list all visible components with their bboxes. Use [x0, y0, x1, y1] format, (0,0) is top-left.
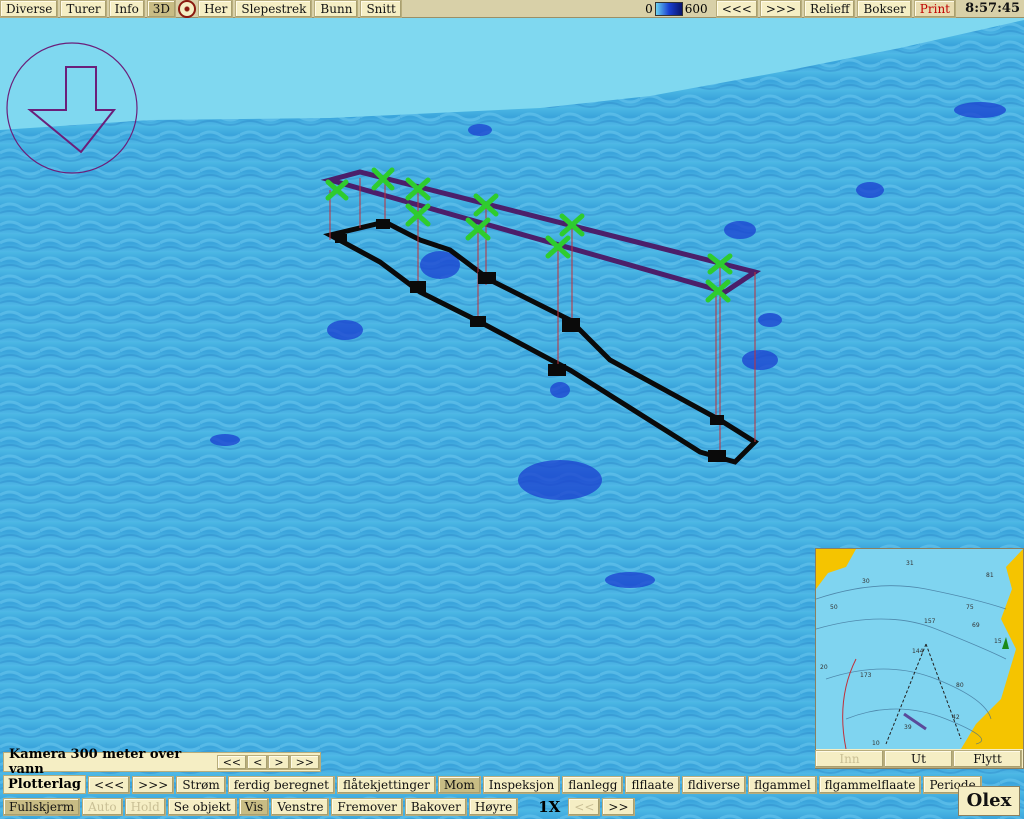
depth-gradient-icon [654, 1, 683, 16]
print-button[interactable]: Print [913, 0, 956, 18]
layer-fldiverse[interactable]: fldiverse [681, 775, 747, 794]
depth-label: 10 [872, 740, 880, 747]
plotterlag-prev-button[interactable]: <<< [87, 775, 131, 794]
clock: 8:57:45 [965, 1, 1020, 16]
layer-inspeksjon[interactable]: Inspeksjon [482, 775, 561, 794]
camera-next-button[interactable]: > [268, 754, 290, 770]
depth-label: 42 [952, 714, 960, 721]
relieff-button[interactable]: Relieff [804, 0, 856, 18]
layer-ferdig-beregnet[interactable]: ferdig beregnet [227, 775, 335, 794]
olex-logo: Olex [958, 786, 1020, 816]
depth-label: 75 [966, 604, 974, 611]
plotterlag-next-button[interactable]: >>> [132, 775, 175, 794]
depth-label: 69 [972, 622, 980, 629]
camera-first-button[interactable]: << [216, 754, 248, 770]
slepestrek-button[interactable]: Slepestrek [235, 0, 313, 18]
turer-button[interactable]: Turer [60, 0, 107, 18]
3d-button[interactable]: 3D [146, 0, 177, 18]
depth-label: 144 [912, 648, 924, 655]
target-icon[interactable] [178, 0, 197, 18]
scale-next-button[interactable]: >>> [759, 0, 803, 18]
layer-flanlegg[interactable]: flanlegg [562, 775, 624, 794]
bottom-toolbar: Fullskjerm Auto Hold Se objekt Vis Venst… [3, 798, 635, 816]
layer-flgammelflaate[interactable]: flgammelflaate [818, 775, 922, 794]
depth-label: 50 [830, 604, 838, 611]
bunn-button[interactable]: Bunn [314, 0, 359, 18]
scale-prev-button[interactable]: <<< [715, 0, 758, 18]
plotterlag-bar: Plotterlag <<< >>> Strøm ferdig beregnet… [3, 775, 982, 794]
her-button[interactable]: Her [198, 0, 234, 18]
venstre-button[interactable]: Venstre [271, 798, 330, 816]
layer-strom[interactable]: Strøm [176, 775, 226, 794]
depth-scale[interactable]: 0 600 [645, 1, 708, 16]
bakover-button[interactable]: Bakover [404, 798, 467, 816]
layer-flflaate[interactable]: flflaate [625, 775, 680, 794]
auto-button[interactable]: Auto [82, 798, 123, 816]
depth-scale-max: 600 [684, 1, 708, 16]
overview-minimap[interactable]: 31 81 30 50 157 69 75 15 144 173 80 42 3… [815, 548, 1024, 769]
depth-label: 30 [862, 578, 870, 585]
hoyre-button[interactable]: Høyre [468, 798, 519, 816]
fremover-button[interactable]: Fremover [331, 798, 403, 816]
depth-label: 173 [860, 672, 872, 679]
top-toolbar: Diverse Turer Info 3D Her Slepestrek Bun… [0, 0, 1024, 18]
plotterlag-label: Plotterlag [3, 775, 86, 794]
depth-label: 80 [956, 682, 964, 689]
speed-down-button[interactable]: << [568, 798, 601, 816]
depth-label: 157 [924, 618, 936, 625]
depth-label: 20 [820, 664, 828, 671]
vis-button[interactable]: Vis [238, 798, 270, 816]
info-button[interactable]: Info [108, 0, 145, 18]
minimap-controls: Inn Ut Flytt [815, 750, 1022, 768]
camera-label: Kamera 300 meter over vann [9, 747, 182, 777]
depth-label: 15 [994, 638, 1002, 645]
diverse-button[interactable]: Diverse [0, 0, 59, 18]
depth-label: 31 [906, 560, 914, 567]
fullskjerm-button[interactable]: Fullskjerm [3, 798, 81, 816]
camera-last-button[interactable]: >> [289, 754, 320, 770]
hold-button[interactable]: Hold [124, 798, 166, 816]
camera-panel: Kamera 300 meter over vann << < > >> [3, 747, 321, 777]
depth-label: 39 [904, 724, 912, 731]
bokser-button[interactable]: Bokser [857, 0, 912, 18]
snitt-button[interactable]: Snitt [360, 0, 402, 18]
minimap-ut-button[interactable]: Ut [884, 750, 953, 768]
layer-flatekjettinger[interactable]: flåtekjettinger [336, 775, 436, 794]
camera-prev-button[interactable]: < [247, 754, 269, 770]
minimap-flytt-button[interactable]: Flytt [953, 750, 1022, 768]
depth-scale-min: 0 [645, 1, 653, 16]
se-objekt-button[interactable]: Se objekt [167, 798, 237, 816]
layer-mom[interactable]: Mom [437, 775, 481, 794]
depth-label: 81 [986, 572, 994, 579]
speed-up-button[interactable]: >> [602, 798, 635, 816]
layer-flgammel[interactable]: flgammel [748, 775, 817, 794]
minimap-inn-button[interactable]: Inn [815, 750, 884, 768]
speed-label: 1X [538, 798, 561, 816]
